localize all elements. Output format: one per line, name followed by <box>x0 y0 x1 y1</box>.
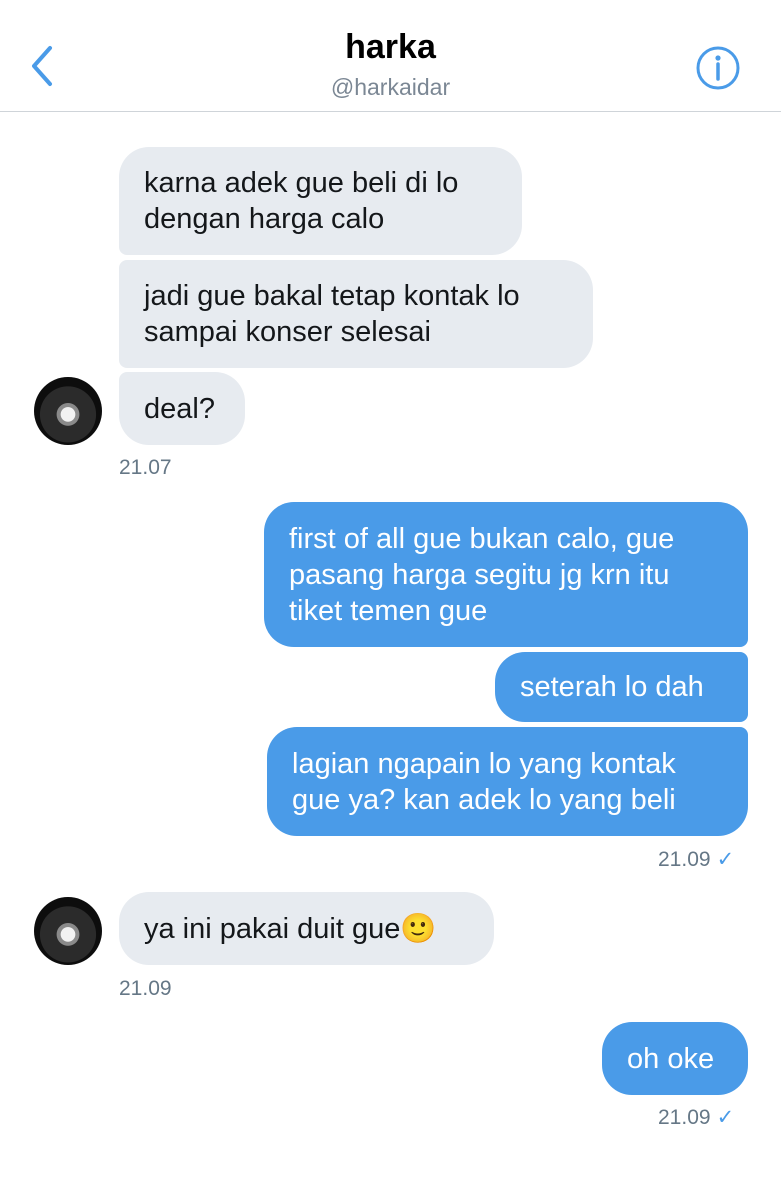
timestamp-text: 21.09 <box>658 848 711 871</box>
message-timestamp: 21.09 <box>119 977 172 1000</box>
message-text: deal? <box>144 392 215 425</box>
message-bubble-outgoing[interactable]: seterah lo dah <box>495 652 748 722</box>
read-check-icon: ✓ <box>716 1106 735 1129</box>
message-text: lagian ngapain lo yang kontak gue ya? ka… <box>292 747 676 816</box>
contact-handle: @harkaidar <box>330 74 451 100</box>
read-check-icon: ✓ <box>716 848 735 871</box>
message-bubble-outgoing[interactable]: lagian ngapain lo yang kontak gue ya? ka… <box>267 727 748 836</box>
message-text: oh oke <box>627 1042 715 1075</box>
message-text: ya ini pakai duit gue🙂 <box>144 912 437 945</box>
message-bubble-outgoing[interactable]: first of all gue bukan calo, gue pasang … <box>264 502 748 647</box>
info-icon <box>696 46 740 90</box>
avatar[interactable] <box>34 897 102 965</box>
info-button[interactable] <box>695 45 741 91</box>
message-bubble-incoming[interactable]: jadi gue bakal tetap kontak lo sampai ko… <box>119 260 593 368</box>
message-bubble-incoming[interactable]: ya ini pakai duit gue🙂 <box>119 892 494 965</box>
conversation-header: harka @harkaidar <box>0 0 781 112</box>
message-bubble-outgoing[interactable]: oh oke <box>602 1022 748 1095</box>
message-timestamp: 21.09 ✓ <box>658 847 734 872</box>
avatar[interactable] <box>34 377 102 445</box>
message-text: karna adek gue beli di lo dengan harga c… <box>144 167 459 235</box>
message-timestamp: 21.09 ✓ <box>658 1105 734 1130</box>
message-bubble-incoming[interactable]: deal? <box>119 372 245 445</box>
timestamp-text: 21.09 <box>658 1106 711 1129</box>
message-text: jadi gue bakal tetap kontak lo sampai ko… <box>144 280 520 348</box>
message-timestamp: 21.07 <box>119 456 172 479</box>
message-text: seterah lo dah <box>520 671 704 703</box>
message-bubble-incoming[interactable]: karna adek gue beli di lo dengan harga c… <box>119 147 522 255</box>
message-text: first of all gue bukan calo, gue pasang … <box>289 522 675 627</box>
contact-name[interactable]: harka <box>0 28 781 67</box>
